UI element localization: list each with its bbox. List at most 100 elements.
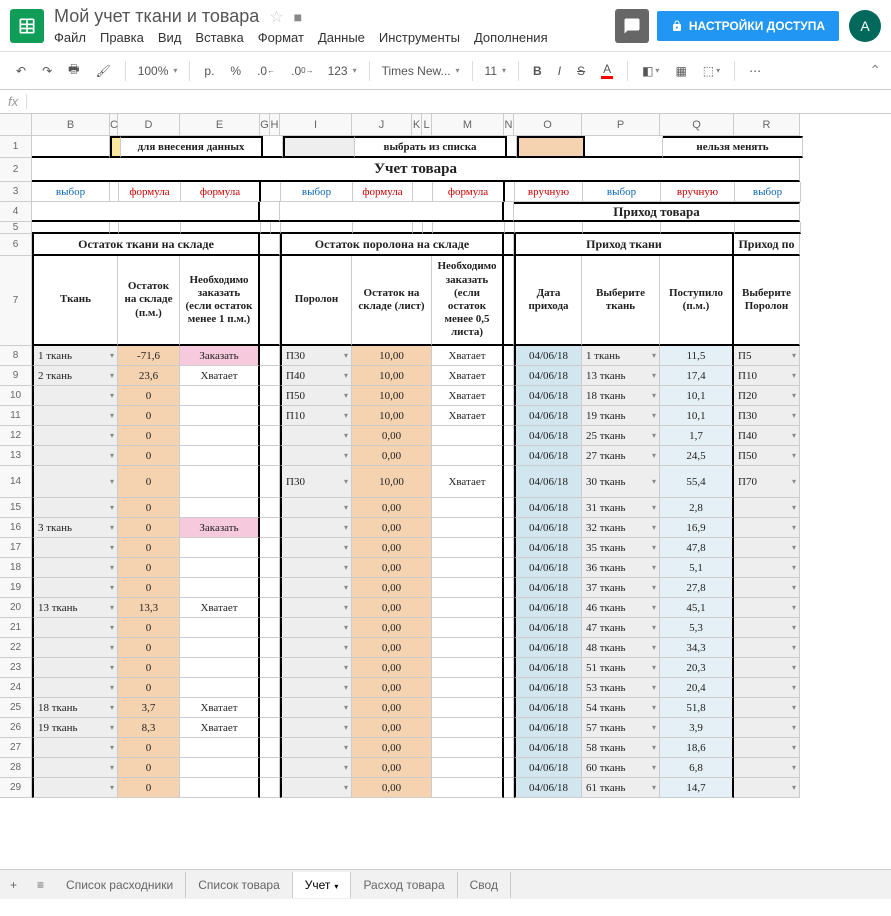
cell[interactable]: 04/06/18 bbox=[514, 406, 582, 426]
cell[interactable] bbox=[734, 558, 800, 578]
cell[interactable]: 19 ткань bbox=[582, 406, 660, 426]
cell[interactable]: 04/06/18 bbox=[514, 638, 582, 658]
cell[interactable]: 10,00 bbox=[352, 366, 432, 386]
cell[interactable]: Остаток поролона на складе bbox=[280, 234, 504, 256]
cell[interactable] bbox=[260, 466, 280, 498]
cell[interactable]: 0 bbox=[118, 678, 180, 698]
cell[interactable] bbox=[260, 598, 280, 618]
sheet-tab[interactable]: Расход товара bbox=[351, 872, 457, 898]
cell[interactable]: 1 ткань bbox=[582, 346, 660, 366]
dec-increase-button[interactable]: .00→ bbox=[285, 60, 319, 82]
cell[interactable] bbox=[585, 136, 663, 158]
row-header[interactable]: 25 bbox=[0, 698, 32, 718]
col-header-H[interactable]: H bbox=[270, 114, 280, 136]
cell[interactable]: 14,7 bbox=[660, 778, 734, 798]
cell[interactable] bbox=[504, 758, 514, 778]
cell[interactable]: Необходимо заказать (если остаток менее … bbox=[180, 256, 260, 346]
cell[interactable]: Хватает bbox=[180, 698, 260, 718]
cell[interactable]: Дата прихода bbox=[514, 256, 582, 346]
cell[interactable] bbox=[504, 202, 514, 222]
row-header[interactable]: 10 bbox=[0, 386, 32, 406]
cell[interactable]: 34,3 bbox=[660, 638, 734, 658]
cell[interactable] bbox=[32, 386, 118, 406]
cell[interactable]: 0 bbox=[118, 518, 180, 538]
cell[interactable] bbox=[734, 518, 800, 538]
cell[interactable]: 0 bbox=[118, 538, 180, 558]
cell[interactable] bbox=[180, 678, 260, 698]
cell[interactable] bbox=[432, 638, 504, 658]
cell[interactable]: 36 ткань bbox=[582, 558, 660, 578]
cell[interactable]: 47 ткань bbox=[582, 618, 660, 638]
cell[interactable] bbox=[32, 638, 118, 658]
cell[interactable]: 0,00 bbox=[352, 498, 432, 518]
currency-button[interactable]: р. bbox=[198, 60, 220, 82]
menu-вид[interactable]: Вид bbox=[158, 30, 182, 45]
cell[interactable]: 27 ткань bbox=[582, 446, 660, 466]
percent-button[interactable]: % bbox=[224, 60, 247, 82]
cell[interactable]: формула bbox=[119, 182, 181, 202]
cell[interactable] bbox=[260, 386, 280, 406]
cell[interactable] bbox=[260, 558, 280, 578]
share-button[interactable]: НАСТРОЙКИ ДОСТУПА bbox=[657, 11, 839, 41]
cell[interactable] bbox=[432, 758, 504, 778]
cell[interactable]: 6,8 bbox=[660, 758, 734, 778]
cell[interactable] bbox=[504, 386, 514, 406]
cell[interactable]: 60 ткань bbox=[582, 758, 660, 778]
cell[interactable] bbox=[260, 538, 280, 558]
cell[interactable] bbox=[504, 638, 514, 658]
col-header-E[interactable]: E bbox=[180, 114, 260, 136]
cell[interactable] bbox=[32, 406, 118, 426]
cell[interactable]: 20,4 bbox=[660, 678, 734, 698]
all-sheets-button[interactable]: ≡ bbox=[27, 878, 54, 892]
cell[interactable]: 1,7 bbox=[660, 426, 734, 446]
cell[interactable] bbox=[260, 234, 280, 256]
cell[interactable]: Поступило (п.м.) bbox=[660, 256, 734, 346]
cell[interactable] bbox=[734, 498, 800, 518]
cell[interactable]: Поролон bbox=[280, 256, 352, 346]
cell[interactable]: 0,00 bbox=[352, 698, 432, 718]
menu-инструменты[interactable]: Инструменты bbox=[379, 30, 460, 45]
row-header[interactable]: 26 bbox=[0, 718, 32, 738]
cell[interactable]: П10 bbox=[734, 366, 800, 386]
cell[interactable]: вручную bbox=[661, 182, 735, 202]
cell[interactable]: 0,00 bbox=[352, 738, 432, 758]
cell[interactable]: 54 ткань bbox=[582, 698, 660, 718]
cell[interactable]: П30 bbox=[280, 466, 352, 498]
cell[interactable] bbox=[504, 678, 514, 698]
cell[interactable]: 0 bbox=[118, 638, 180, 658]
cell[interactable]: 61 ткань bbox=[582, 778, 660, 798]
cell[interactable] bbox=[260, 406, 280, 426]
cell[interactable] bbox=[413, 222, 423, 234]
cell[interactable]: выбрать из списка bbox=[355, 136, 507, 158]
cell[interactable]: 3 ткань bbox=[32, 518, 118, 538]
cell[interactable]: 5,1 bbox=[660, 558, 734, 578]
cell[interactable]: 27,8 bbox=[660, 578, 734, 598]
cell[interactable]: 0,00 bbox=[352, 618, 432, 638]
cell[interactable]: 10,00 bbox=[352, 386, 432, 406]
col-header-P[interactable]: P bbox=[582, 114, 660, 136]
print-icon[interactable]: 🖶 bbox=[62, 56, 85, 85]
cell[interactable]: 23,6 bbox=[118, 366, 180, 386]
cell[interactable]: 0 bbox=[118, 758, 180, 778]
cell[interactable]: 04/06/18 bbox=[514, 698, 582, 718]
cell[interactable] bbox=[260, 498, 280, 518]
row-header[interactable]: 5 bbox=[0, 222, 32, 234]
paint-format-icon[interactable]: 🖌 bbox=[89, 60, 116, 82]
cell[interactable] bbox=[734, 738, 800, 758]
cell[interactable]: П70 bbox=[734, 466, 800, 498]
col-header-N[interactable]: N bbox=[504, 114, 514, 136]
cell[interactable]: 18 ткань bbox=[582, 386, 660, 406]
cell[interactable]: 55,4 bbox=[660, 466, 734, 498]
cell[interactable]: 04/06/18 bbox=[514, 446, 582, 466]
row-header[interactable]: 20 bbox=[0, 598, 32, 618]
cell[interactable] bbox=[507, 136, 517, 158]
avatar[interactable]: А bbox=[849, 10, 881, 42]
font-select[interactable]: Times New... bbox=[378, 62, 464, 80]
cell[interactable] bbox=[280, 202, 504, 222]
cell[interactable] bbox=[32, 658, 118, 678]
cell[interactable] bbox=[280, 778, 352, 798]
cell[interactable] bbox=[260, 638, 280, 658]
cell[interactable] bbox=[734, 678, 800, 698]
cell[interactable] bbox=[180, 778, 260, 798]
cell[interactable]: нельзя менять bbox=[663, 136, 803, 158]
